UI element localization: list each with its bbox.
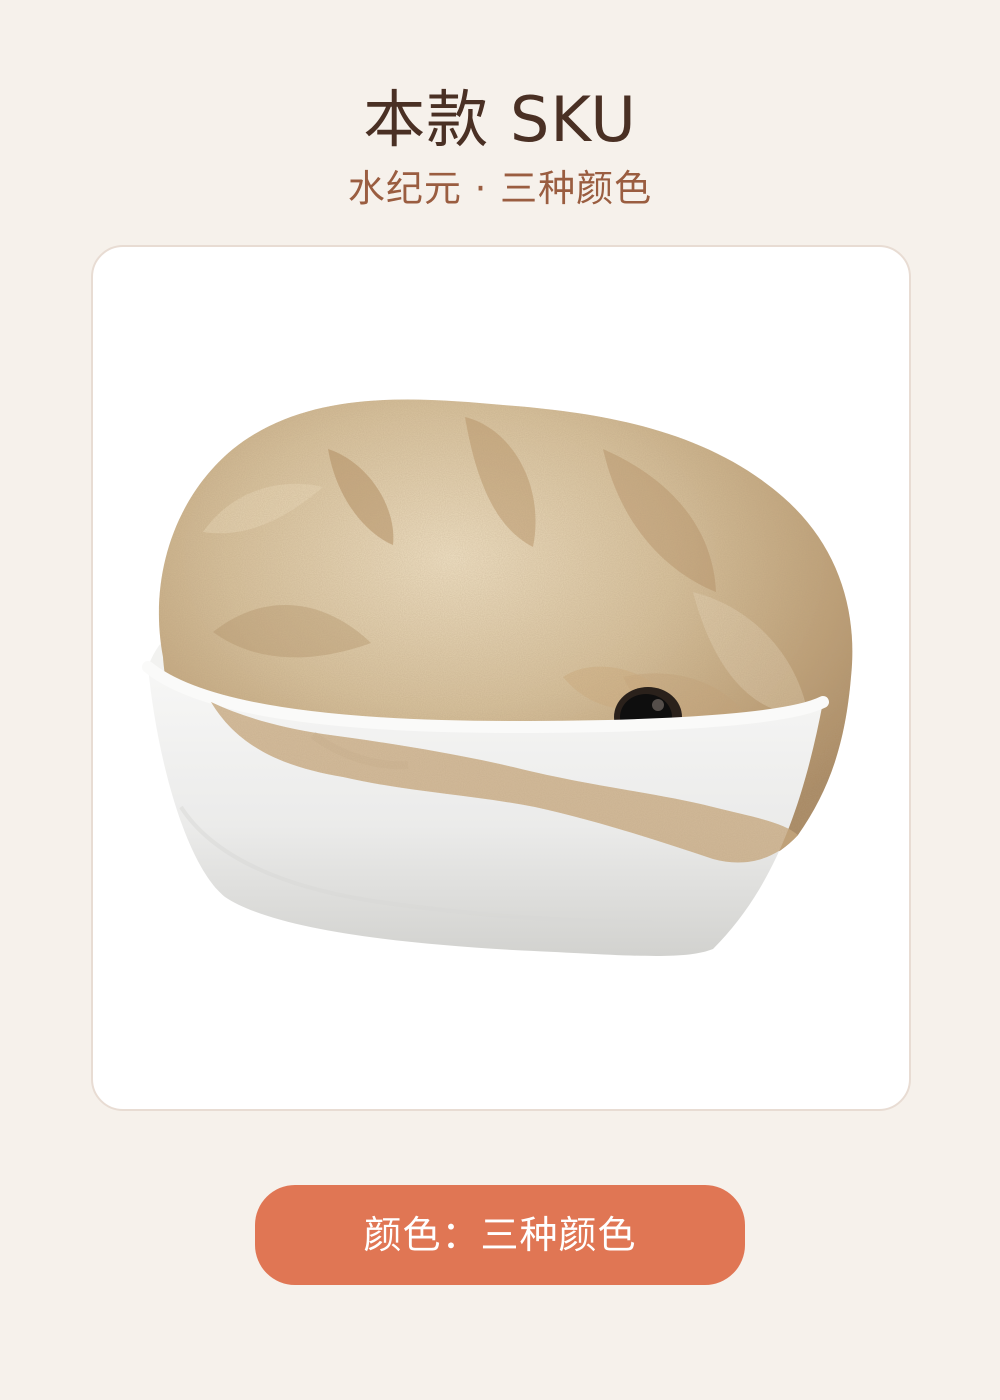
product-image-card [91,245,911,1111]
page-subtitle: 水纪元 · 三种颜色 [347,167,653,210]
page-title: 本款 SKU [363,83,637,156]
color-option-label: 颜色：三种颜色 [363,1213,637,1257]
plush-hamster-in-bowl-image [142,399,853,957]
color-option-button[interactable]: 颜色：三种颜色 [255,1185,745,1285]
